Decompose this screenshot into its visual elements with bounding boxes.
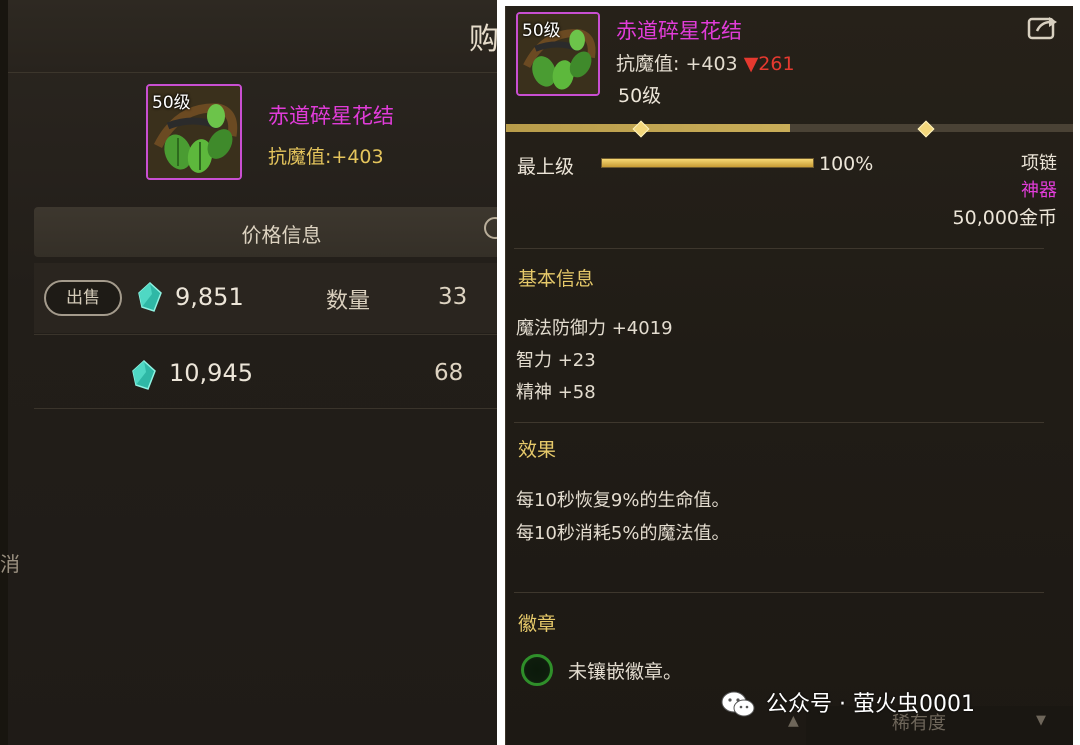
side-text-fragment: 消 <box>0 552 20 576</box>
watermark-text: 公众号 · 萤火虫0001 <box>766 692 975 717</box>
chevron-down-icon: ▼ <box>1036 713 1046 728</box>
share-icon[interactable] <box>1027 14 1059 40</box>
stat-delta-down: ▼261 <box>743 53 795 75</box>
item-icon: 50级 <box>516 12 600 96</box>
price-info-header: 价格信息 <box>34 207 497 257</box>
item-icon[interactable]: 50级 <box>146 84 242 180</box>
quantity-value: 68 <box>434 360 464 386</box>
quantity-value: 33 <box>438 284 468 310</box>
row-divider <box>34 408 497 409</box>
max-level-percent: 100% <box>819 153 874 175</box>
gem-icon <box>132 360 156 390</box>
sell-button[interactable]: 出售 <box>44 280 122 316</box>
item-stat-value: +403 <box>685 53 738 75</box>
item-tooltip-panel: 50级 赤道碎星花结 抗魔值: +403 ▼261 50级 最上级 100% 项… <box>505 6 1073 745</box>
gem-icon <box>138 282 162 312</box>
price-value: 10,945 <box>169 359 253 387</box>
market-title-fragment: 购 <box>469 22 497 57</box>
row-divider <box>34 334 497 335</box>
item-sell-price: 50,000金币 <box>952 207 1057 229</box>
upgrade-progress-bar <box>506 124 1073 132</box>
item-stat: 抗魔值: +403 ▼261 <box>616 49 795 76</box>
badge-heading: 徽章 <box>518 613 557 635</box>
item-level-badge: 50级 <box>522 21 561 41</box>
price-info-title: 价格信息 <box>241 223 322 247</box>
basic-info-line: 智力 +23 <box>516 350 596 371</box>
basic-info-heading: 基本信息 <box>518 268 595 290</box>
max-level-bar <box>601 158 814 168</box>
section-divider <box>514 248 1044 249</box>
section-divider <box>514 422 1044 423</box>
item-stat-value: +403 <box>331 146 384 168</box>
item-name: 赤道碎星花结 <box>616 19 742 43</box>
item-name: 赤道碎星花结 <box>268 104 394 128</box>
item-stat-label: 抗魔值: <box>268 146 332 168</box>
market-header-bar <box>0 0 497 73</box>
wechat-icon <box>721 691 755 717</box>
item-stat-label: 抗魔值: <box>616 53 680 75</box>
effect-line: 每10秒恢复9%的生命值。 <box>516 490 730 511</box>
price-value: 9,851 <box>175 283 244 311</box>
quantity-label: 数量 <box>326 289 371 314</box>
item-type: 项链 <box>1021 153 1057 174</box>
item-rarity: 神器 <box>1021 180 1057 201</box>
left-edge <box>0 0 8 745</box>
item-level-badge: 50级 <box>152 93 191 113</box>
market-panel: 购 50级 赤道碎星花结 抗魔值:+403 价格信息 出售 9,851 数量 3… <box>0 0 497 745</box>
max-level-label: 最上级 <box>517 156 575 178</box>
item-level-text: 50级 <box>618 85 662 107</box>
badge-slot-icon[interactable] <box>521 654 553 686</box>
effect-line: 每10秒消耗5%的魔法值。 <box>516 523 730 544</box>
effects-heading: 效果 <box>518 439 557 461</box>
max-level-fill <box>602 159 813 167</box>
section-divider <box>514 592 1044 593</box>
basic-info-line: 魔法防御力 +4019 <box>516 318 673 339</box>
badge-status: 未镶嵌徽章。 <box>568 661 683 683</box>
item-stat: 抗魔值:+403 <box>268 142 384 169</box>
basic-info-line: 精神 +58 <box>516 382 596 403</box>
